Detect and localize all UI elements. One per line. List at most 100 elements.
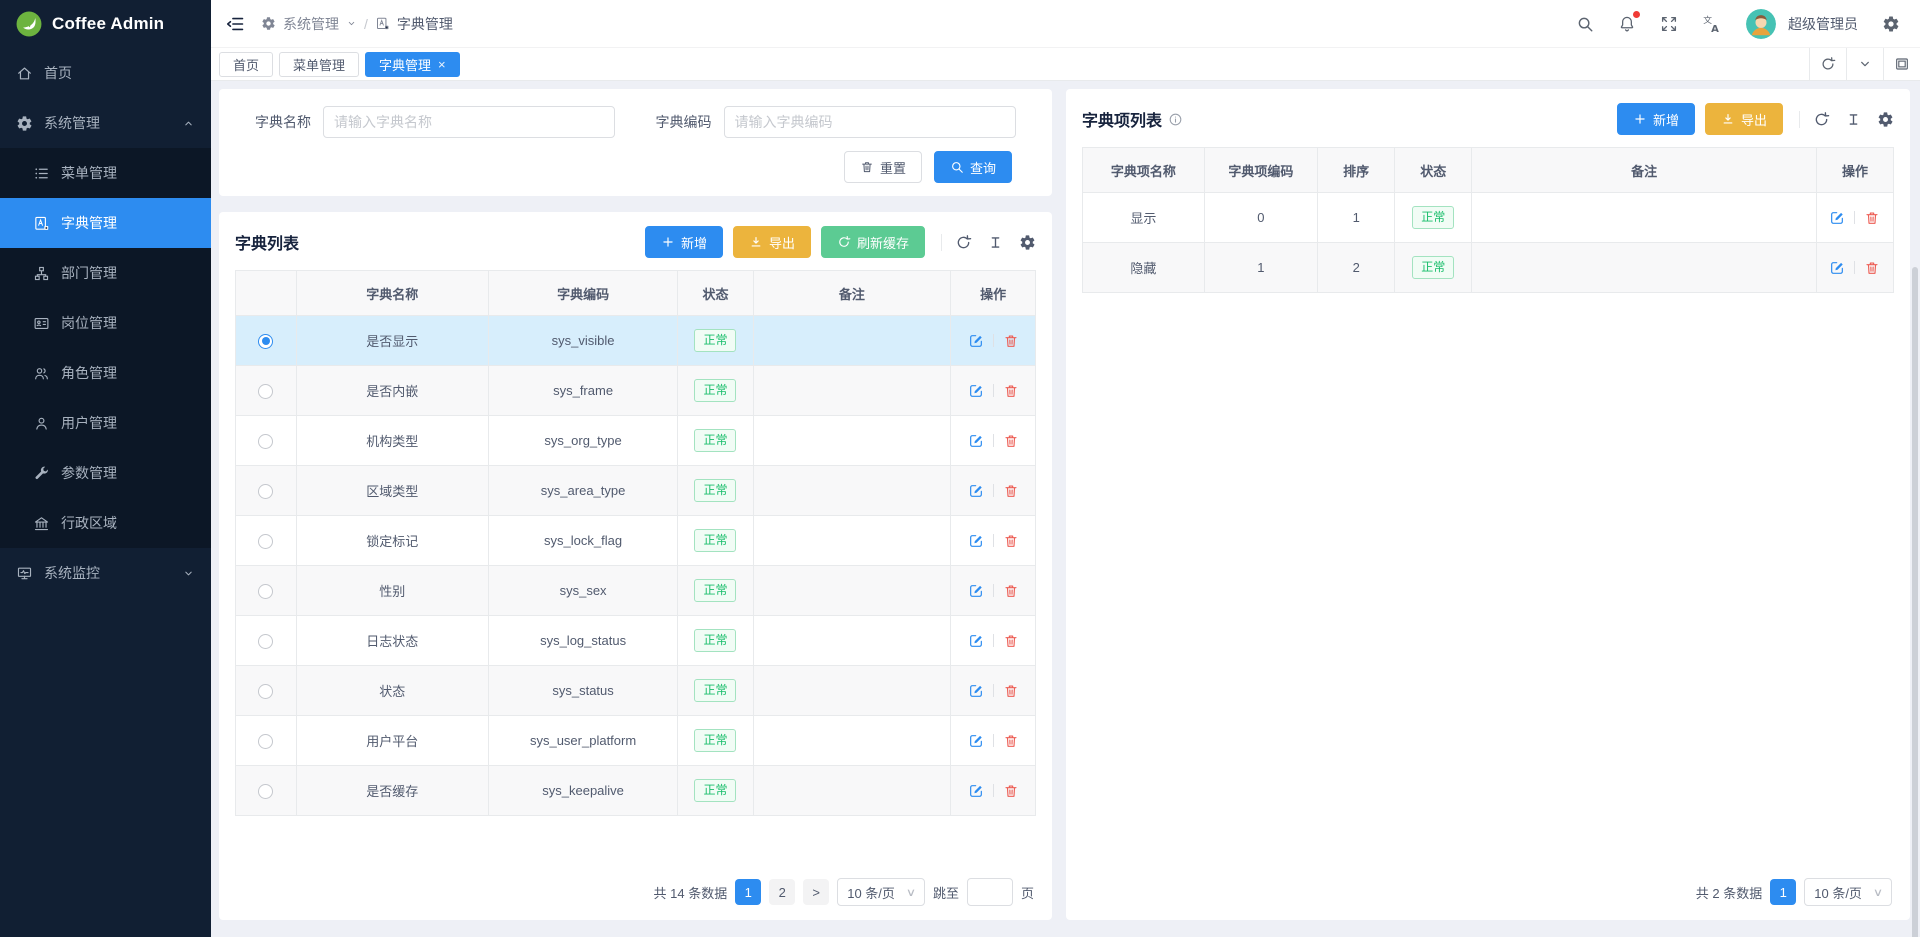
add-dict-item-button[interactable]: 新增	[1617, 103, 1695, 135]
row-radio[interactable]	[258, 434, 273, 449]
dict-row[interactable]: 状态 sys_status 正常	[236, 666, 1036, 716]
tab-home[interactable]: 首页	[219, 52, 273, 77]
edit-button[interactable]	[1829, 210, 1845, 226]
dict-row[interactable]: 锁定标记 sys_lock_flag 正常	[236, 516, 1036, 566]
dict-row[interactable]: 区域类型 sys_area_type 正常	[236, 466, 1036, 516]
delete-button[interactable]	[1003, 733, 1019, 749]
dict-row[interactable]: 用户平台 sys_user_platform 正常	[236, 716, 1036, 766]
row-radio[interactable]	[258, 634, 273, 649]
dict-row[interactable]: 机构类型 sys_org_type 正常	[236, 416, 1036, 466]
edit-button[interactable]	[968, 633, 984, 649]
row-radio[interactable]	[258, 784, 273, 799]
next-page-button[interactable]: >	[803, 879, 829, 905]
search-button[interactable]	[1576, 15, 1594, 33]
sidebar-item-menu-mgmt[interactable]: 菜单管理	[0, 148, 211, 198]
delete-button[interactable]	[1003, 583, 1019, 599]
delete-button[interactable]	[1003, 533, 1019, 549]
delete-button[interactable]	[1003, 633, 1019, 649]
row-radio[interactable]	[258, 484, 273, 499]
row-radio[interactable]	[258, 334, 273, 349]
tab-menu-mgmt[interactable]: 菜单管理	[279, 52, 359, 77]
breadcrumb-level2[interactable]: 字典管理	[397, 14, 453, 34]
jump-page-input[interactable]	[967, 878, 1013, 906]
sidebar-item-dept-mgmt[interactable]: 部门管理	[0, 248, 211, 298]
delete-button[interactable]	[1864, 210, 1880, 226]
dict-name-input[interactable]	[323, 106, 615, 138]
app-logo[interactable]: Coffee Admin	[0, 0, 211, 48]
language-button[interactable]	[1702, 14, 1722, 34]
dict-row[interactable]: 性别 sys_sex 正常	[236, 566, 1036, 616]
content-fullscreen-button[interactable]	[1883, 48, 1920, 80]
notifications-button[interactable]	[1618, 15, 1636, 33]
table-refresh-button[interactable]	[955, 234, 972, 251]
breadcrumb-level1[interactable]: 系统管理	[283, 14, 339, 34]
refresh-cache-button[interactable]: 刷新缓存	[821, 226, 925, 258]
dict-item-row[interactable]: 隐藏 1 2 正常	[1083, 243, 1894, 293]
dict-item-row[interactable]: 显示 0 1 正常	[1083, 193, 1894, 243]
table-settings-button[interactable]	[1019, 234, 1036, 251]
table-size-button[interactable]	[1845, 111, 1862, 128]
edit-button[interactable]	[968, 733, 984, 749]
edit-button[interactable]	[968, 783, 984, 799]
row-radio[interactable]	[258, 534, 273, 549]
edit-button[interactable]	[968, 683, 984, 699]
edit-button[interactable]	[968, 583, 984, 599]
edit-button[interactable]	[1829, 260, 1845, 276]
row-radio[interactable]	[258, 584, 273, 599]
sidebar-item-admin-region[interactable]: 行政区域	[0, 498, 211, 548]
row-radio[interactable]	[258, 384, 273, 399]
query-button[interactable]: 查询	[934, 151, 1012, 183]
delete-button[interactable]	[1003, 333, 1019, 349]
dict-row[interactable]: 是否显示 sys_visible 正常	[236, 316, 1036, 366]
edit-button[interactable]	[968, 433, 984, 449]
delete-button[interactable]	[1003, 483, 1019, 499]
info-tooltip-trigger[interactable]	[1168, 112, 1183, 127]
delete-button[interactable]	[1003, 433, 1019, 449]
edit-button[interactable]	[968, 333, 984, 349]
sidebar-collapse-button[interactable]	[225, 14, 245, 34]
table-refresh-button[interactable]	[1813, 111, 1830, 128]
edit-button[interactable]	[968, 533, 984, 549]
dict-row[interactable]: 是否内嵌 sys_frame 正常	[236, 366, 1036, 416]
sidebar-item-role-mgmt[interactable]: 角色管理	[0, 348, 211, 398]
sidebar-item-system-mgmt[interactable]: 系统管理	[0, 98, 211, 148]
user-name[interactable]: 超级管理员	[1788, 14, 1858, 34]
sidebar-item-home[interactable]: 首页	[0, 48, 211, 98]
delete-button[interactable]	[1003, 383, 1019, 399]
delete-button[interactable]	[1864, 260, 1880, 276]
scrollbar[interactable]	[1912, 267, 1918, 937]
fullscreen-button[interactable]	[1660, 15, 1678, 33]
export-dict-button[interactable]: 导出	[733, 226, 811, 258]
reset-button[interactable]: 重置	[844, 151, 922, 183]
sidebar-item-system-monitor[interactable]: 系统监控	[0, 548, 211, 598]
dict-row[interactable]: 日志状态 sys_log_status 正常	[236, 616, 1036, 666]
table-settings-button[interactable]	[1877, 111, 1894, 128]
edit-button[interactable]	[968, 383, 984, 399]
page-size-select[interactable]: 10 条/页 ∨	[1804, 878, 1892, 906]
row-radio[interactable]	[258, 734, 273, 749]
sidebar-item-dict-mgmt[interactable]: 字典管理	[0, 198, 211, 248]
row-radio[interactable]	[258, 684, 273, 699]
delete-button[interactable]	[1003, 683, 1019, 699]
page-size-select[interactable]: 10 条/页 ∨	[837, 878, 925, 906]
page-button-2[interactable]: 2	[769, 879, 795, 905]
page-button-1[interactable]: 1	[1770, 879, 1796, 905]
sidebar-item-post-mgmt[interactable]: 岗位管理	[0, 298, 211, 348]
tab-close-icon[interactable]: ×	[438, 58, 446, 71]
add-dict-button[interactable]: 新增	[645, 226, 723, 258]
status-badge: 正常	[694, 629, 736, 652]
tabs-refresh-button[interactable]	[1809, 48, 1846, 80]
sidebar-item-user-mgmt[interactable]: 用户管理	[0, 398, 211, 448]
delete-button[interactable]	[1003, 783, 1019, 799]
sidebar-item-param-mgmt[interactable]: 参数管理	[0, 448, 211, 498]
settings-button[interactable]	[1882, 15, 1900, 33]
export-dict-item-button[interactable]: 导出	[1705, 103, 1783, 135]
dict-row[interactable]: 是否缓存 sys_keepalive 正常	[236, 766, 1036, 816]
dict-code-input[interactable]	[724, 106, 1016, 138]
edit-button[interactable]	[968, 483, 984, 499]
avatar[interactable]	[1746, 9, 1776, 39]
tab-dict-mgmt[interactable]: 字典管理 ×	[365, 52, 460, 77]
table-size-button[interactable]	[987, 234, 1004, 251]
tabs-dropdown-button[interactable]	[1846, 48, 1883, 80]
page-button-1[interactable]: 1	[735, 879, 761, 905]
